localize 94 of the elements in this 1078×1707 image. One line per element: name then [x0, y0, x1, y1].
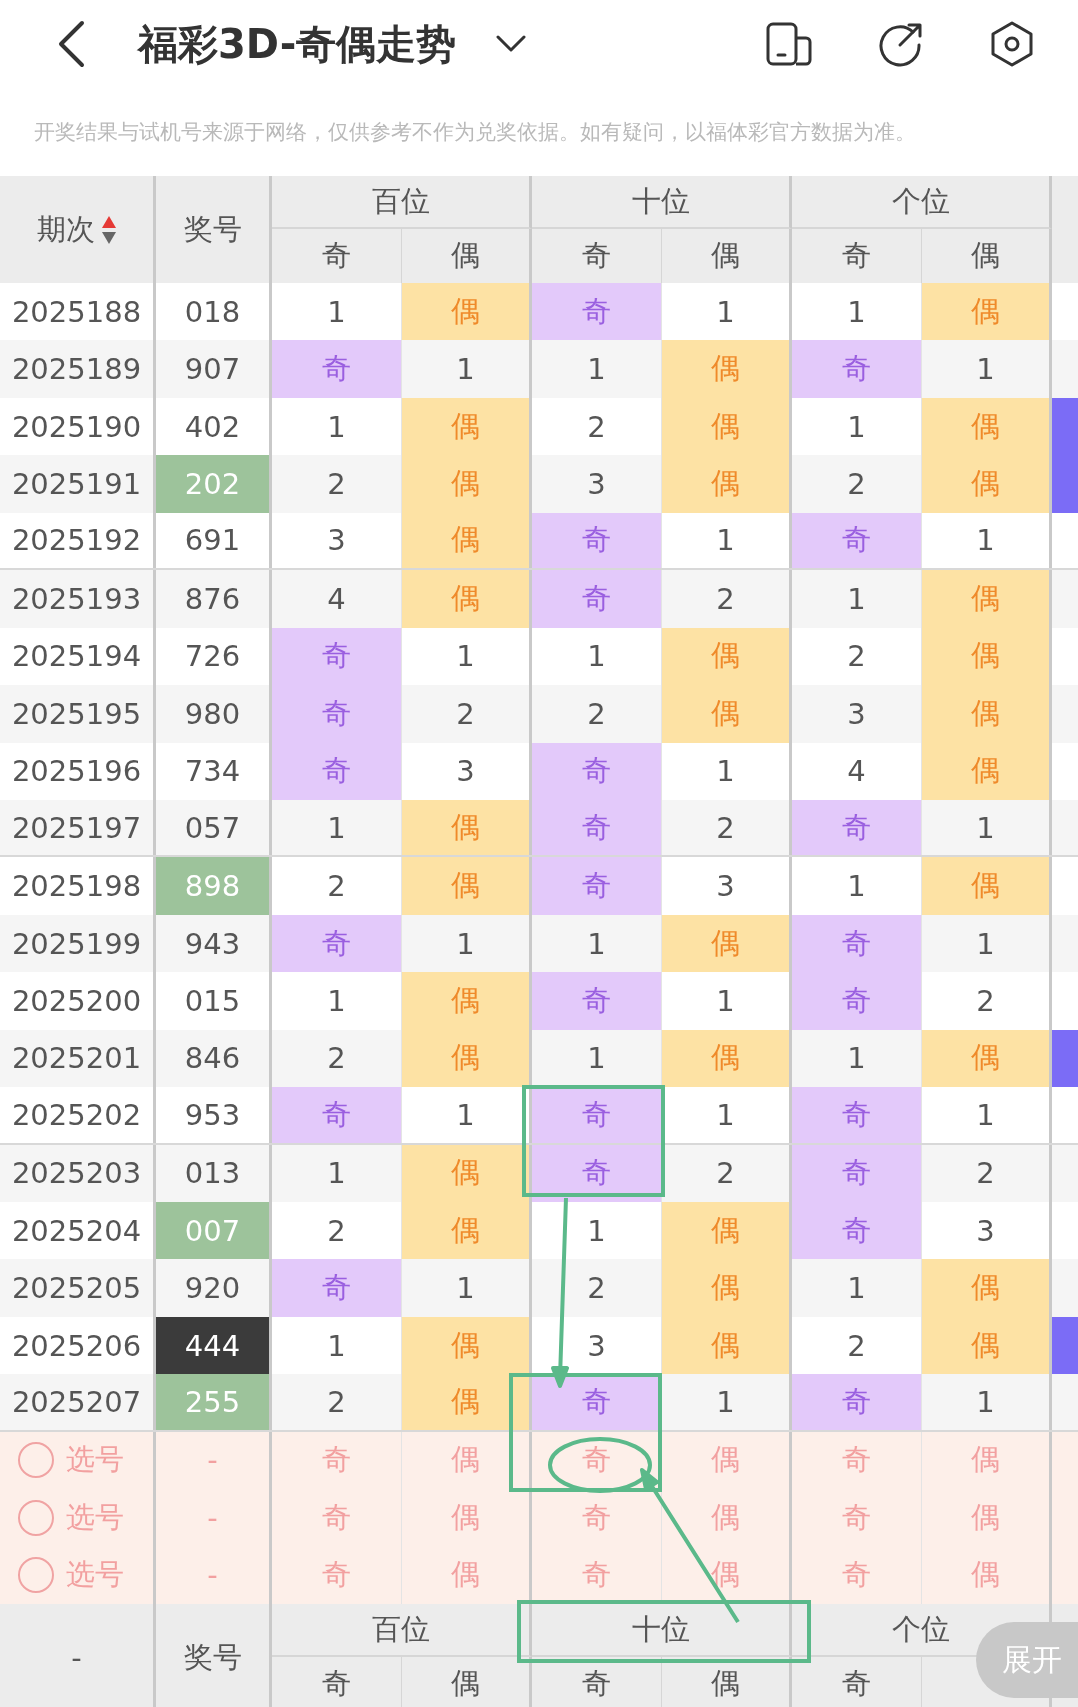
winning-number: 444 — [156, 1316, 272, 1375]
table-cell: 奇 — [792, 799, 922, 856]
table-cell: 偶 — [662, 685, 792, 743]
issue-number: 2025202 — [0, 1087, 156, 1143]
table-cell: 偶 — [402, 283, 532, 341]
table-cell: 偶 — [922, 742, 1052, 800]
sort-icon[interactable] — [100, 214, 117, 245]
table-cell: 偶 — [402, 1144, 532, 1202]
table-cell: 偶 — [922, 685, 1052, 743]
column-header: 期次 — [36, 210, 95, 248]
radio-button[interactable] — [18, 1442, 54, 1479]
table-cell: 奇 — [792, 512, 922, 569]
table-cell: 奇 — [532, 799, 662, 856]
table-cell: 偶 — [922, 627, 1052, 686]
table-cell: 奇 — [792, 340, 922, 398]
table-cell: 奇 — [272, 340, 402, 398]
table-cell: 偶 — [402, 799, 532, 856]
table-cell: 奇 — [272, 627, 402, 686]
table-cell: 奇 — [532, 512, 662, 569]
table-cell: 偶 — [922, 397, 1052, 456]
column-group-header: 十位 — [532, 176, 792, 229]
table-cell: 奇 — [532, 283, 662, 341]
table-cell: 奇 — [792, 1144, 922, 1202]
table-cell: 奇 — [792, 1374, 922, 1430]
table-cell: 1 — [922, 1087, 1052, 1143]
table-cell: 奇 — [272, 914, 402, 973]
table-cell: 奇 — [792, 914, 922, 973]
table-cell: 奇 — [532, 742, 662, 800]
pick-option[interactable]: 奇 — [272, 1489, 402, 1547]
winning-number: 255 — [156, 1374, 272, 1430]
chevron-down-icon[interactable] — [496, 35, 527, 53]
table-cell: 偶 — [402, 1029, 532, 1088]
table-cell: 偶 — [662, 627, 792, 686]
table-cell: 偶 — [662, 1316, 792, 1375]
table-cell: 奇 — [792, 1202, 922, 1260]
column-header: 奖号 — [156, 1604, 272, 1707]
table-cell: 奇 — [272, 685, 402, 743]
table-cell: 奇 — [532, 857, 662, 915]
settings-icon[interactable] — [990, 21, 1034, 67]
table-cell: 偶 — [662, 397, 792, 456]
radio-button[interactable] — [18, 1557, 54, 1594]
table-cell: 偶 — [402, 512, 532, 569]
winning-number: 202 — [156, 455, 272, 513]
winning-number: 007 — [156, 1202, 272, 1260]
table-cell: 偶 — [922, 455, 1052, 513]
table-cell: 偶 — [662, 914, 792, 973]
table-cell: 偶 — [662, 455, 792, 513]
pick-option[interactable]: 奇 — [792, 1489, 922, 1547]
table-cell: 偶 — [662, 1029, 792, 1088]
pick-label: 选号 — [66, 1441, 124, 1479]
column-header: - — [0, 1604, 156, 1707]
column-group-header: 百位 — [272, 176, 532, 229]
table-cell: 偶 — [402, 1202, 532, 1260]
disclaimer-text: 开奖结果与试机号来源于网络，仅供参考不作为兑奖依据。如有疑问，以福体彩官方数据为准。 — [34, 119, 916, 146]
column-header: 偶 — [662, 1657, 792, 1707]
column-header: 奇 — [532, 1657, 662, 1707]
column-group-header: 个位 — [792, 176, 1052, 229]
pick-label: 选号 — [66, 1498, 124, 1536]
table-cell: 偶 — [662, 1202, 792, 1260]
column-header: 奇 — [272, 1657, 402, 1707]
table-cell: 偶 — [402, 397, 532, 456]
table-cell: 奇 — [272, 742, 402, 800]
table-cell: 偶 — [402, 857, 532, 915]
share-icon[interactable] — [878, 21, 924, 67]
radio-button[interactable] — [18, 1499, 54, 1536]
table-cell: 偶 — [922, 1029, 1052, 1088]
table-cell: 偶 — [922, 283, 1052, 341]
column-header: 偶 — [402, 1657, 532, 1707]
pick-label: 选号 — [66, 1556, 124, 1594]
devices-icon[interactable] — [766, 22, 812, 66]
page-title: 福彩3D-奇偶走势 — [138, 19, 457, 69]
table-cell: 奇 — [792, 1087, 922, 1143]
back-icon[interactable] — [56, 20, 86, 68]
table-cell: 偶 — [402, 570, 532, 628]
table-cell: 奇 — [532, 1087, 662, 1143]
table-cell: 偶 — [402, 455, 532, 513]
winning-number: 898 — [156, 857, 272, 915]
table-cell: 偶 — [662, 1259, 792, 1317]
table-cell: 偶 — [922, 570, 1052, 628]
table-cell: 偶 — [922, 857, 1052, 915]
table-cell: 偶 — [922, 1259, 1052, 1317]
table-cell: 奇 — [532, 972, 662, 1030]
table-cell: 偶 — [402, 1374, 532, 1430]
table-cell: 奇 — [792, 972, 922, 1030]
table-cell: 奇 — [272, 1087, 402, 1143]
table-cell: 偶 — [402, 1316, 532, 1375]
table-cell: 奇 — [532, 570, 662, 628]
table-cell: 奇 — [272, 1259, 402, 1317]
table-cell: 1 — [922, 1374, 1052, 1430]
column-header: 奇 — [792, 1657, 922, 1707]
table-cell: 偶 — [662, 340, 792, 398]
table-cell: 偶 — [402, 972, 532, 1030]
table-cell: 偶 — [922, 1316, 1052, 1375]
column-group-header: 百位 — [272, 1604, 532, 1658]
